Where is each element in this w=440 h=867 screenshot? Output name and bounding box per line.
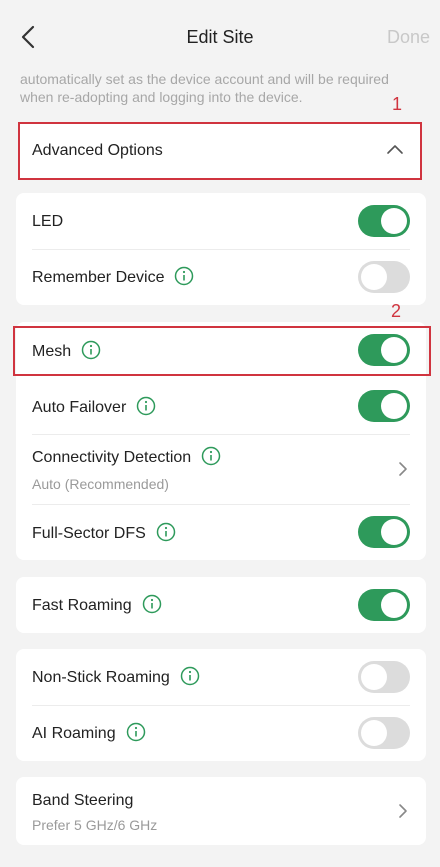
settings-card-band-steering: Band Steering Prefer 5 GHz/6 GHz [16, 777, 426, 845]
remember-device-toggle[interactable] [358, 261, 410, 293]
row-ai-roaming: AI Roaming [16, 705, 426, 761]
description-text: automatically set as the device account … [20, 71, 389, 105]
row-auto-failover: Auto Failover [16, 378, 426, 434]
settings-card-device: LED Remember Device [16, 193, 426, 305]
row-band-steering[interactable]: Band Steering Prefer 5 GHz/6 GHz [16, 777, 426, 845]
header: Edit Site Done [0, 0, 440, 75]
row-non-stick-roaming: Non-Stick Roaming [16, 649, 426, 705]
full-sector-dfs-toggle[interactable] [358, 516, 410, 548]
info-icon[interactable] [126, 722, 146, 742]
page-title: Edit Site [186, 27, 254, 47]
band-steering-value: Prefer 5 GHz/6 GHz [32, 817, 158, 833]
row-connectivity-detection[interactable]: Connectivity Detection Auto (Recommended… [16, 434, 426, 504]
info-icon[interactable] [142, 594, 162, 614]
info-icon[interactable] [174, 266, 194, 286]
non-stick-roaming-label: Non-Stick Roaming [32, 669, 170, 687]
row-remember-device: Remember Device [16, 249, 426, 305]
row-led: LED [16, 193, 426, 249]
led-toggle[interactable] [358, 205, 410, 237]
info-icon[interactable] [201, 446, 221, 466]
row-fast-roaming: Fast Roaming [16, 577, 426, 633]
annotation-box-1 [18, 122, 422, 180]
connectivity-detection-label: Connectivity Detection [32, 449, 192, 467]
chevron-right-icon[interactable] [398, 461, 408, 477]
auto-failover-label: Auto Failover [32, 399, 127, 417]
info-icon[interactable] [156, 522, 176, 542]
band-steering-label: Band Steering [32, 792, 134, 809]
ai-roaming-toggle[interactable] [358, 717, 410, 749]
auto-failover-toggle[interactable] [358, 390, 410, 422]
info-icon[interactable] [180, 666, 200, 686]
fast-roaming-toggle[interactable] [358, 589, 410, 621]
info-icon[interactable] [136, 396, 156, 416]
non-stick-roaming-toggle[interactable] [358, 661, 410, 693]
led-label: LED [32, 213, 64, 230]
row-full-sector-dfs: Full-Sector DFS [16, 504, 426, 560]
connectivity-detection-value: Auto (Recommended) [32, 476, 169, 492]
annotation-marker-1: 1 [392, 94, 403, 114]
fast-roaming-label: Fast Roaming [32, 597, 132, 615]
full-sector-dfs-label: Full-Sector DFS [32, 525, 146, 543]
chevron-right-icon[interactable] [398, 803, 408, 819]
settings-card-fast-roaming: Fast Roaming [16, 577, 426, 633]
annotation-marker-2: 2 [391, 301, 402, 321]
remember-device-label: Remember Device [32, 269, 165, 287]
settings-card-roaming: Non-Stick Roaming AI Roaming [16, 649, 426, 761]
ai-roaming-label: AI Roaming [32, 725, 116, 743]
done-button[interactable]: Done [387, 27, 430, 48]
annotation-box-2 [13, 326, 431, 376]
